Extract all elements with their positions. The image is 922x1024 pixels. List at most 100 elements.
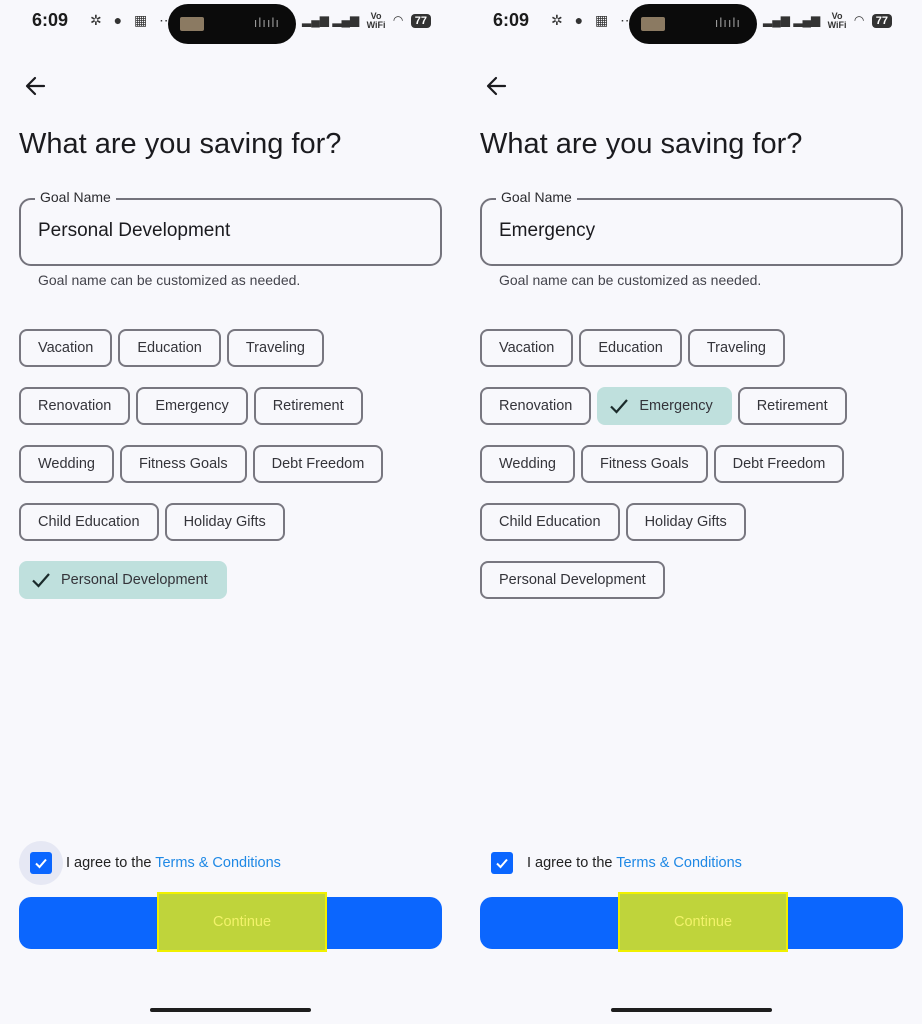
chip-label: Debt Freedom: [271, 456, 365, 472]
terms-checkbox[interactable]: [491, 852, 513, 874]
goal-name-field[interactable]: Goal Name: [19, 189, 442, 266]
chip-renovation[interactable]: Renovation: [19, 387, 131, 425]
status-bar: 6:09 ✲ ● ▦ ⋯ ılıılı ▂▄▆ ▂▄▆ Vo WiFi ◠ 77: [0, 0, 461, 44]
goal-name-helper: Goal name can be customized as needed.: [499, 272, 762, 288]
notification-icons: ✲ ● ▦ ⋯: [90, 12, 178, 28]
goal-name-helper: Goal name can be customized as needed.: [38, 272, 301, 288]
signal-icon: ▂▄▆: [763, 13, 790, 28]
chip-label: Holiday Gifts: [183, 514, 266, 530]
screens: 6:09 ✲ ● ▦ ⋯ ılıılı ▂▄▆ ▂▄▆ Vo WiFi ◠ 77 …: [0, 0, 922, 1024]
home-indicator[interactable]: [611, 1008, 772, 1012]
check-icon: [610, 399, 629, 414]
continue-label: Continue: [673, 914, 733, 930]
chip-fitness-goals[interactable]: Fitness Goals: [580, 445, 708, 483]
system-icons: ▂▄▆ ▂▄▆ Vo WiFi ◠ 77: [763, 12, 892, 30]
chip-label: Emergency: [155, 398, 229, 414]
chip-debt-freedom[interactable]: Debt Freedom: [713, 445, 845, 483]
chip-child-education[interactable]: Child Education: [480, 503, 620, 541]
continue-button[interactable]: Continue: [19, 892, 442, 952]
chip-label: Retirement: [756, 398, 828, 414]
chip-label: Education: [598, 340, 663, 356]
chip-emergency[interactable]: Emergency: [597, 387, 732, 425]
notification-icons: ✲ ● ▦ ⋯: [551, 12, 639, 28]
chip-retirement[interactable]: Retirement: [737, 387, 847, 425]
terms-checkbox[interactable]: [30, 852, 52, 874]
terms-agreement: I agree to the Terms & Conditions: [19, 840, 281, 886]
chip-row: Renovation Emergency Retirement: [480, 387, 910, 425]
checkbox-check-icon: [35, 858, 47, 869]
wifi-icon: ◠: [392, 13, 404, 28]
system-icons: ▂▄▆ ▂▄▆ Vo WiFi ◠ 77: [302, 12, 431, 30]
chip-holiday-gifts[interactable]: Holiday Gifts: [164, 503, 285, 541]
chip-vacation[interactable]: Vacation: [480, 329, 574, 367]
chip-label: Fitness Goals: [138, 456, 228, 472]
goal-name-input[interactable]: [499, 220, 879, 242]
signal-icon: ▂▄▆: [302, 13, 329, 28]
chip-label: Retirement: [272, 398, 344, 414]
vowifi-label: Vo WiFi: [366, 11, 386, 30]
dynamic-island: ılıılı: [168, 4, 296, 44]
chip-education[interactable]: Education: [579, 329, 682, 367]
chip-row: Personal Development: [19, 561, 449, 599]
chip-label: Personal Development: [499, 572, 646, 588]
chip-emergency[interactable]: Emergency: [136, 387, 248, 425]
goal-name-field[interactable]: Goal Name: [480, 189, 903, 266]
wifi-icon: ◠: [853, 13, 865, 28]
status-time: 6:09: [32, 10, 69, 30]
goal-chips: Vacation Education Traveling Renovation Emer…: [480, 329, 910, 619]
vowifi-label: Vo WiFi: [827, 11, 847, 30]
chip-label: Debt Freedom: [732, 456, 826, 472]
continue-highlight: Continue: [618, 892, 788, 952]
screen-right: 6:09 ✲ ● ▦ ⋯ ılıılı ▂▄▆ ▂▄▆ Vo WiFi ◠ 77 …: [461, 0, 922, 1024]
chip-child-education[interactable]: Child Education: [19, 503, 159, 541]
chip-wedding[interactable]: Wedding: [480, 445, 575, 483]
back-arrow-icon[interactable]: [22, 72, 50, 100]
chip-label: Renovation: [38, 398, 112, 414]
continue-button[interactable]: Continue: [480, 892, 903, 952]
chip-label: Child Education: [38, 514, 140, 530]
chip-row: Child Education Holiday Gifts: [19, 503, 449, 541]
screen-left: 6:09 ✲ ● ▦ ⋯ ılıılı ▂▄▆ ▂▄▆ Vo WiFi ◠ 77 …: [0, 0, 461, 1024]
continue-label: Continue: [212, 914, 272, 930]
terms-checkbox-wrap[interactable]: [480, 841, 524, 885]
chip-label: Holiday Gifts: [644, 514, 727, 530]
chip-label: Renovation: [499, 398, 573, 414]
chip-wedding[interactable]: Wedding: [19, 445, 114, 483]
chip-traveling[interactable]: Traveling: [226, 329, 324, 367]
chip-retirement[interactable]: Retirement: [253, 387, 363, 425]
terms-checkbox-wrap[interactable]: [19, 841, 63, 885]
terms-text: I agree to the Terms & Conditions: [66, 855, 281, 871]
chip-holiday-gifts[interactable]: Holiday Gifts: [625, 503, 746, 541]
audio-wave-icon: ılıılı: [714, 15, 741, 30]
chip-label: Wedding: [499, 456, 556, 472]
chip-renovation[interactable]: Renovation: [480, 387, 592, 425]
chip-traveling[interactable]: Traveling: [687, 329, 785, 367]
media-thumbnail-icon: [641, 17, 665, 31]
chip-education[interactable]: Education: [118, 329, 221, 367]
signal-icon-2: ▂▄▆: [793, 13, 821, 28]
chip-row: Wedding Fitness Goals Debt Freedom: [480, 445, 910, 483]
status-bar: 6:09 ✲ ● ▦ ⋯ ılıılı ▂▄▆ ▂▄▆ Vo WiFi ◠ 77: [461, 0, 922, 44]
checkbox-check-icon: [496, 858, 508, 869]
audio-wave-icon: ılıılı: [253, 15, 280, 30]
chip-personal-development[interactable]: Personal Development: [480, 561, 665, 599]
terms-link[interactable]: Terms & Conditions: [616, 855, 742, 871]
chip-row: Child Education Holiday Gifts: [480, 503, 910, 541]
dynamic-island: ılıılı: [629, 4, 757, 44]
chip-debt-freedom[interactable]: Debt Freedom: [252, 445, 384, 483]
terms-link[interactable]: Terms & Conditions: [155, 855, 281, 871]
chip-row: Wedding Fitness Goals Debt Freedom: [19, 445, 449, 483]
chip-vacation[interactable]: Vacation: [19, 329, 113, 367]
chip-label: Fitness Goals: [599, 456, 689, 472]
chip-label: Wedding: [38, 456, 95, 472]
chip-label: Education: [137, 340, 202, 356]
page-title: What are you saving for?: [19, 128, 342, 160]
home-indicator[interactable]: [150, 1008, 311, 1012]
status-time: 6:09: [493, 10, 530, 30]
chip-fitness-goals[interactable]: Fitness Goals: [119, 445, 247, 483]
chip-personal-development[interactable]: Personal Development: [19, 561, 227, 599]
terms-text: I agree to the Terms & Conditions: [527, 855, 742, 871]
battery-icon: 77: [410, 14, 431, 28]
goal-name-input[interactable]: [38, 220, 418, 242]
back-arrow-icon[interactable]: [483, 72, 511, 100]
